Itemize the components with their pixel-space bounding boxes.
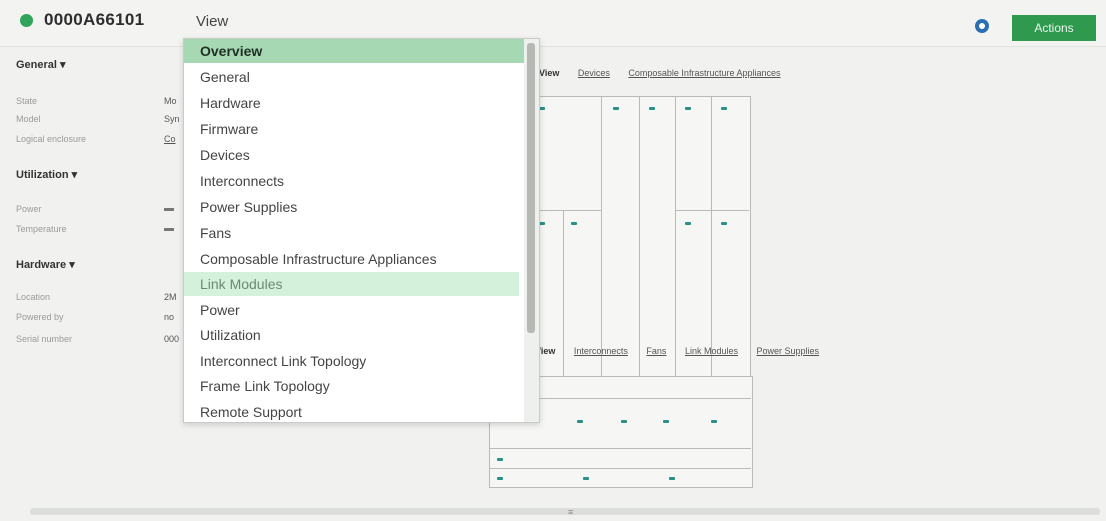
view-menu-button[interactable]: View <box>186 8 266 36</box>
rear-port-indicator-icon[interactable] <box>497 458 503 461</box>
resource-title: 0000A66101 <box>44 10 145 29</box>
menu-item-interconnect-link-topology[interactable]: Interconnect Link Topology <box>184 349 524 373</box>
general-model-label: Model <box>16 114 41 124</box>
hardware-location-label: Location <box>16 292 51 302</box>
bay-divider <box>711 96 712 376</box>
device-bay-indicator-icon[interactable] <box>721 222 727 225</box>
device-bay-indicator-icon[interactable] <box>685 107 691 110</box>
bay-divider <box>535 210 601 211</box>
rear-row-divider <box>489 468 751 469</box>
menu-item-fans[interactable]: Fans <box>184 221 524 245</box>
tab-interconnects[interactable]: Interconnects <box>574 346 628 356</box>
hardware-serial-label: Serial number <box>16 334 73 344</box>
menu-item-frame-link-topology[interactable]: Frame Link Topology <box>184 374 524 398</box>
menu-item-power-supplies[interactable]: Power Supplies <box>184 195 524 219</box>
tab-composable-appliances[interactable]: Composable Infrastructure Appliances <box>628 68 780 78</box>
device-bay-indicator-icon[interactable] <box>571 222 577 225</box>
hardware-serial-value: 000 <box>164 334 180 344</box>
utilization-temperature-bar <box>164 228 174 231</box>
menu-item-interconnects[interactable]: Interconnects <box>184 169 524 193</box>
bay-divider <box>639 96 640 376</box>
rear-port-indicator-icon[interactable] <box>497 477 503 480</box>
status-ok-icon <box>20 14 33 27</box>
actions-button[interactable]: Actions <box>1012 15 1096 41</box>
hardware-location-value: 2M <box>164 292 177 302</box>
general-logical-enclosure-label: Logical enclosure <box>16 134 87 144</box>
scroll-grip-icon[interactable]: ≡ <box>568 507 573 517</box>
tab-fans[interactable]: Fans <box>646 346 666 356</box>
details-panel: General ▾ State Mo Model Syn Logical enc… <box>0 46 182 516</box>
menu-item-composable-appliances[interactable]: Composable Infrastructure Appliances <box>184 247 524 271</box>
menu-item-remote-support[interactable]: Remote Support <box>184 400 524 422</box>
help-icon[interactable] <box>974 18 990 34</box>
rear-port-indicator-icon[interactable] <box>711 420 717 423</box>
device-bay-indicator-icon[interactable] <box>613 107 619 110</box>
hardware-powered-by-label: Powered by <box>16 312 64 322</box>
device-bay-indicator-icon[interactable] <box>685 222 691 225</box>
rear-port-indicator-icon[interactable] <box>577 420 583 423</box>
menu-item-utilization[interactable]: Utilization <box>184 323 524 347</box>
view-dropdown-menu: Overview General Hardware Firmware Devic… <box>183 38 540 423</box>
menu-item-general[interactable]: General <box>184 65 524 89</box>
rear-port-indicator-icon[interactable] <box>583 477 589 480</box>
front-view-tabs: View Devices Composable Infrastructure A… <box>539 68 797 78</box>
general-model-value: Syn <box>164 114 180 124</box>
page-horizontal-scrollbar[interactable] <box>30 508 1100 515</box>
hardware-powered-by-value: no <box>164 312 175 322</box>
section-general-title[interactable]: General ▾ <box>16 58 66 71</box>
general-state-label: State <box>16 96 38 106</box>
menu-item-power[interactable]: Power <box>184 298 524 322</box>
bay-divider <box>601 96 602 376</box>
utilization-power-bar <box>164 208 174 211</box>
utilization-temperature-label: Temperature <box>16 224 67 234</box>
menu-item-hardware[interactable]: Hardware <box>184 91 524 115</box>
device-bay-indicator-icon[interactable] <box>649 107 655 110</box>
bay-divider <box>675 96 676 376</box>
tab-front-view[interactable]: View <box>539 68 559 78</box>
menu-item-link-modules[interactable]: Link Modules <box>184 272 519 296</box>
utilization-power-label: Power <box>16 204 42 214</box>
section-hardware-title[interactable]: Hardware ▾ <box>16 258 75 271</box>
menu-item-devices[interactable]: Devices <box>184 143 524 167</box>
rear-port-indicator-icon[interactable] <box>621 420 627 423</box>
general-logical-enclosure-link[interactable]: Co <box>164 134 176 144</box>
rear-port-indicator-icon[interactable] <box>669 477 675 480</box>
rear-port-indicator-icon[interactable] <box>663 420 669 423</box>
tab-power-supplies[interactable]: Power Supplies <box>757 346 820 356</box>
tab-link-modules[interactable]: Link Modules <box>685 346 738 356</box>
main-panel: View Devices Composable Infrastructure A… <box>489 46 1106 516</box>
rear-view-tabs: View Interconnects Fans Link Modules Pow… <box>535 346 835 356</box>
top-bar: 0000A66101 View Actions <box>0 0 1106 47</box>
general-state-value: Mo <box>164 96 177 106</box>
menu-item-firmware[interactable]: Firmware <box>184 117 524 141</box>
section-utilization-title[interactable]: Utilization ▾ <box>16 168 77 181</box>
device-bay-indicator-icon[interactable] <box>721 107 727 110</box>
rear-row-divider <box>489 448 751 449</box>
bay-divider <box>675 210 749 211</box>
menu-scrollbar-thumb[interactable] <box>527 43 535 333</box>
menu-item-overview[interactable]: Overview <box>184 39 524 63</box>
front-view-frame <box>535 96 751 378</box>
tab-devices[interactable]: Devices <box>578 68 610 78</box>
